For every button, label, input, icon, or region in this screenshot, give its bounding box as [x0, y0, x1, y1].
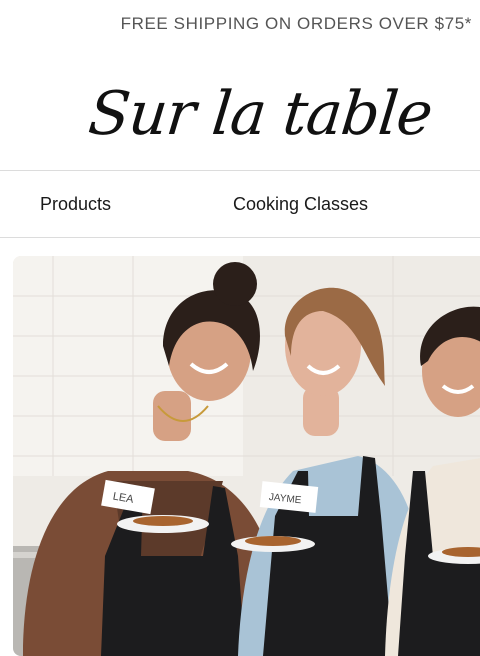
hero-photo-chefs: LEA JAYME	[13, 256, 480, 656]
nav-item-label: Cooking Classes	[233, 193, 369, 214]
promo-text: FREE SHIPPING ON ORDERS OVER $75*	[120, 14, 472, 33]
nav-item-cooking-classes[interactable]: Cooking Classes	[233, 171, 368, 237]
promo-banner[interactable]: FREE SHIPPING ON ORDERS OVER $75*	[0, 0, 480, 48]
hero-image[interactable]: LEA JAYME	[13, 256, 480, 656]
brand-logo[interactable]: Sur la table	[85, 79, 435, 149]
header-logo-area: Sur la table	[0, 48, 480, 170]
main-nav: Products Cooking Classes	[0, 170, 480, 238]
nav-item-label: Products	[40, 193, 112, 214]
nav-item-products[interactable]: Products	[40, 171, 111, 237]
